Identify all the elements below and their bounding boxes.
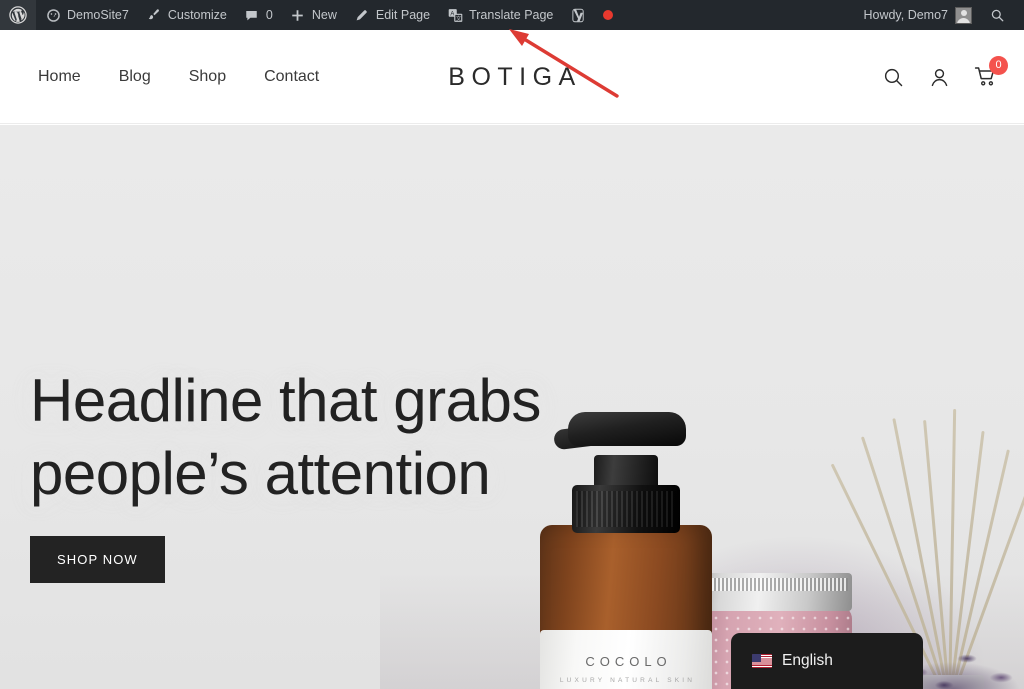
admin-bar-comment-count: 0 xyxy=(265,8,273,22)
svg-text:文: 文 xyxy=(456,14,462,22)
admin-bar-item-site-name[interactable]: DemoSite7 xyxy=(36,0,137,30)
plus-icon xyxy=(289,6,307,24)
admin-bar-customize-label: Customize xyxy=(167,8,227,22)
pink-jar-lid xyxy=(692,573,852,611)
bottle-collar xyxy=(572,485,680,533)
header-account-button[interactable] xyxy=(928,66,951,89)
primary-navigation: Home Blog Shop Contact xyxy=(30,30,338,124)
admin-bar-left-group: DemoSite7 Customize 0 New Edit Page A 文 … xyxy=(0,0,621,30)
cart-count-badge: 0 xyxy=(989,56,1008,75)
svg-text:A: A xyxy=(450,11,454,17)
nav-item-shop[interactable]: Shop xyxy=(170,69,245,85)
bottle-subtitle-label: LUXURY NATURAL SKIN xyxy=(559,677,696,684)
admin-bar-item-customize[interactable]: Customize xyxy=(137,0,235,30)
user-account-icon xyxy=(928,66,951,89)
flag-usa-icon xyxy=(752,654,772,668)
yoast-logo-icon xyxy=(569,6,587,24)
red-status-dot-icon xyxy=(603,10,614,20)
admin-bar-howdy-account[interactable]: Howdy, Demo7 xyxy=(853,0,978,30)
site-logo-text[interactable]: BOTIGA xyxy=(442,63,581,92)
admin-bar-search-button[interactable] xyxy=(978,0,1016,30)
search-icon xyxy=(988,6,1006,24)
language-switcher[interactable]: English xyxy=(731,633,923,689)
browser-page: DemoSite7 Customize 0 New Edit Page A 文 … xyxy=(0,0,1024,689)
admin-bar-right-group: Howdy, Demo7 xyxy=(853,0,1024,30)
language-switcher-label: English xyxy=(782,652,833,669)
admin-bar-item-comments[interactable]: 0 xyxy=(235,0,281,30)
comment-bubble-icon xyxy=(243,6,261,24)
bottle-label: COCOLO LUXURY NATURAL SKIN 100% Natural … xyxy=(540,630,712,689)
nav-item-contact[interactable]: Contact xyxy=(245,69,338,85)
header-cart-button[interactable]: 0 xyxy=(974,56,1008,89)
avatar xyxy=(955,6,972,24)
shop-now-button[interactable]: SHOP NOW xyxy=(30,536,165,583)
dashboard-icon xyxy=(44,6,62,24)
pump-head xyxy=(568,412,686,446)
hero-headline: Headline that grabs people’s attention xyxy=(30,367,541,507)
wordpress-logo-button[interactable] xyxy=(0,0,36,30)
header-icon-group: 0 xyxy=(882,30,1008,124)
header-search-button[interactable] xyxy=(882,66,905,89)
product-pump-bottle: COCOLO LUXURY NATURAL SKIN 100% Natural … xyxy=(540,412,712,689)
admin-bar-item-yoast-seo[interactable] xyxy=(561,0,595,30)
admin-bar-new-label: New xyxy=(311,8,337,22)
bottle-brand-label: COCOLO xyxy=(585,654,672,669)
wp-admin-bar: DemoSite7 Customize 0 New Edit Page A 文 … xyxy=(0,0,1024,30)
paintbrush-icon xyxy=(145,6,163,24)
admin-bar-item-translate-page[interactable]: A 文 Translate Page xyxy=(438,0,561,30)
admin-bar-item-edit-page[interactable]: Edit Page xyxy=(345,0,438,30)
admin-bar-howdy-label: Howdy, Demo7 xyxy=(863,8,948,22)
nav-item-blog[interactable]: Blog xyxy=(100,69,170,85)
wordpress-logo-icon xyxy=(9,6,27,24)
nav-item-home[interactable]: Home xyxy=(30,69,100,85)
admin-bar-site-name-label: DemoSite7 xyxy=(67,8,129,22)
pencil-icon xyxy=(353,6,371,24)
hero-text-block: Headline that grabs people’s attention S… xyxy=(30,364,541,583)
hero-section: 100% Natural COCOLO LUXURY NATURAL SKIN … xyxy=(0,125,1024,689)
admin-bar-translate-page-label: Translate Page xyxy=(469,8,554,22)
admin-bar-item-new[interactable]: New xyxy=(281,0,345,30)
admin-bar-edit-page-label: Edit Page xyxy=(375,8,431,22)
translate-icon: A 文 xyxy=(446,6,464,24)
site-header: Home Blog Shop Contact BOTIGA 0 xyxy=(0,30,1024,124)
admin-bar-item-status-dot[interactable] xyxy=(595,0,621,30)
search-icon xyxy=(882,66,905,89)
